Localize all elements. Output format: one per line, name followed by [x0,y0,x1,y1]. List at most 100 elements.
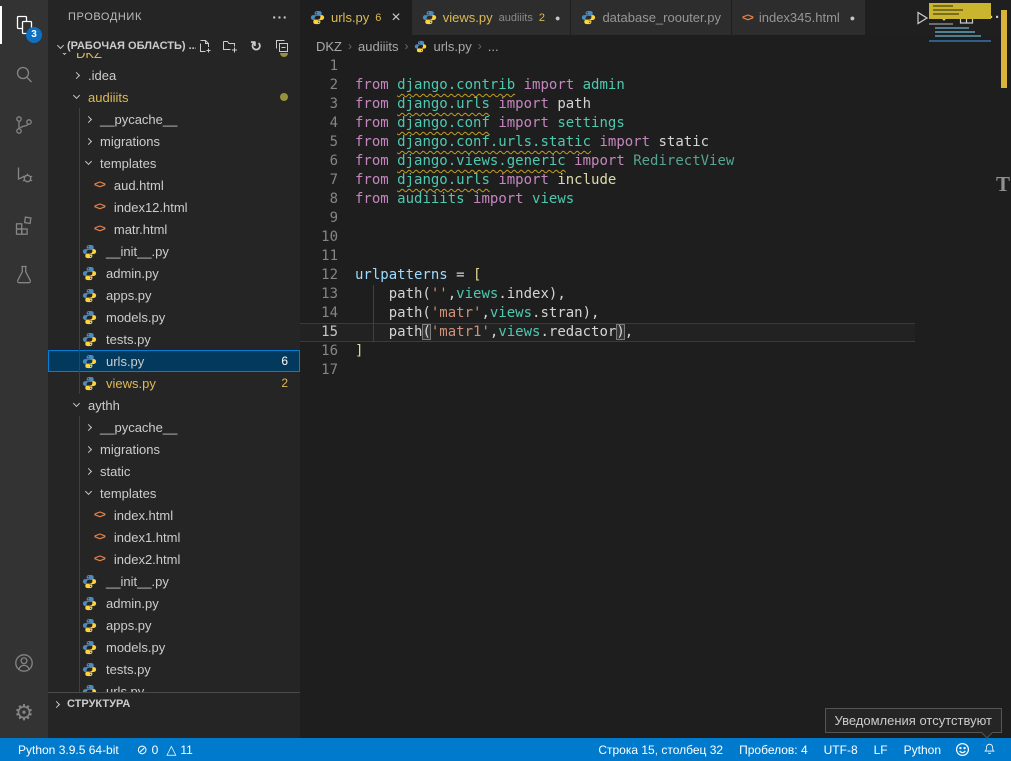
tree-item-audiiits[interactable]: audiiits [48,86,300,108]
indent-guide [79,196,80,218]
tree-item-label: tests.py [106,332,151,347]
breadcrumb-separator: › [404,39,408,53]
tree-item-__init__.py[interactable]: __init__.py [48,570,300,592]
search-icon[interactable] [0,50,48,100]
new-folder-icon[interactable] [222,38,238,54]
bell-icon[interactable] [976,742,1003,757]
tree-item-aud.html[interactable]: <>aud.html [48,174,300,196]
tree-item-apps.py[interactable]: apps.py [48,284,300,306]
chevron-down-icon [73,92,80,99]
tree-item-tests.py[interactable]: tests.py [48,658,300,680]
breadcrumb-segment[interactable]: ... [488,39,499,54]
status-python-interpreter[interactable]: Python 3.9.5 64-bit [10,743,127,757]
breadcrumb[interactable]: DKZ›audiiits›urls.py›... [300,35,1011,57]
dirty-dot-icon[interactable]: ● [850,13,855,23]
outline-section-header[interactable]: СТРУКТУРА [48,692,300,715]
refresh-icon[interactable]: ↻ [248,38,264,54]
tree-item-label: static [100,464,130,479]
tree-item-apps.py[interactable]: apps.py [48,614,300,636]
breadcrumb-segment[interactable]: urls.py [433,39,471,54]
tree-item-.idea[interactable]: .idea [48,64,300,86]
tree-item-templates[interactable]: templates [48,152,300,174]
indent-guide [79,482,80,504]
tree-item-matr.html[interactable]: <>matr.html [48,218,300,240]
python-file-icon [82,244,97,259]
line-number: 10 [300,228,355,247]
feedback-icon[interactable] [949,742,976,757]
source-control-icon[interactable] [0,100,48,150]
tree-item-models.py[interactable]: models.py [48,636,300,658]
tree-item-index.html[interactable]: <> index.html [48,504,300,526]
tree-item-tests.py[interactable]: tests.py [48,328,300,350]
tree-item-DKZ[interactable]: DKZ [48,53,300,64]
tree-item-aythh[interactable]: aythh [48,394,300,416]
tree-item-static[interactable]: static [48,460,300,482]
settings-icon[interactable]: ⚙ [0,688,48,738]
tree-item-migrations[interactable]: migrations [48,438,300,460]
breadcrumb-separator: › [348,39,352,53]
tree-item-migrations[interactable]: migrations [48,130,300,152]
code-line-3: 3from django.urls import path [300,95,915,114]
code-line-17: 17 [300,361,915,380]
run-and-debug-icon[interactable] [0,150,48,200]
tree-item-__pycache__[interactable]: __pycache__ [48,416,300,438]
html-file-icon: <> [94,509,105,521]
status-indentation[interactable]: Пробелов: 4 [731,743,816,757]
line-number: 2 [300,76,355,95]
tree-item-templates[interactable]: templates [48,482,300,504]
dirty-dot-icon[interactable]: ● [555,13,560,23]
tree-item-views.py[interactable]: views.py2 [48,372,300,394]
tab-database_roouter.py[interactable]: database_roouter.py [571,0,732,35]
file-tree: DKZ.ideaaudiiits__pycache__migrationstem… [48,53,300,692]
close-icon[interactable]: × [391,10,400,26]
tree-item-admin.py[interactable]: admin.py [48,592,300,614]
code-editor[interactable]: 12from django.contrib import admin3from … [300,57,1011,738]
tab-problems-badge: 2 [539,12,545,24]
collapse-all-icon[interactable] [274,38,290,54]
indent-guide [79,416,80,438]
chevron-down-icon [85,158,92,165]
tree-item-label: index.html [114,508,173,523]
status-encoding[interactable]: UTF-8 [816,743,866,757]
status-cursor-position[interactable]: Строка 15, столбец 32 [590,743,731,757]
tree-item-urls.py[interactable]: urls.py [48,680,300,692]
status-eol[interactable]: LF [866,743,896,757]
tree-item-index1.html[interactable]: <>index1.html [48,526,300,548]
explorer-icon[interactable]: 3 [0,0,48,50]
chevron-right-icon [73,71,80,78]
line-number: 4 [300,114,355,133]
code-line-5: 5from django.conf.urls.static import sta… [300,133,915,152]
status-problems[interactable]: ⊘0△11 [129,742,201,758]
indent-guide [79,328,80,350]
tree-item-index12.html[interactable]: <>index12.html [48,196,300,218]
indent-guide [79,438,80,460]
indent-guide [79,570,80,592]
tree-item-admin.py[interactable]: admin.py [48,262,300,284]
tree-item-label: migrations [100,442,160,457]
python-file-icon [82,376,97,391]
extensions-icon[interactable] [0,200,48,250]
breadcrumb-segment[interactable]: audiiits [358,39,398,54]
tab-views.py[interactable]: views.pyaudiiits2● [412,0,572,35]
tree-item-__pycache__[interactable]: __pycache__ [48,108,300,130]
sidebar-more-actions-icon[interactable]: ··· [272,0,288,35]
status-language-mode[interactable]: Python [896,743,949,757]
overview-ruler: T [997,0,1011,738]
tree-item-label: matr.html [114,222,167,237]
breadcrumb-segment[interactable]: DKZ [316,39,342,54]
account-icon[interactable] [0,638,48,688]
python-file-icon [82,310,97,325]
tree-item-urls.py[interactable]: urls.py6 [48,350,300,372]
indent-guide [79,460,80,482]
new-file-icon[interactable] [196,38,212,54]
tab-urls.py[interactable]: urls.py6× [300,0,412,35]
tree-item-models.py[interactable]: models.py [48,306,300,328]
tree-item-index2.html[interactable]: <>index2.html [48,548,300,570]
tree-item-__init__.py[interactable]: __init__.py [48,240,300,262]
line-number: 7 [300,171,355,190]
chevron-right-icon [85,445,92,452]
line-number: 6 [300,152,355,171]
tab-index345.html[interactable]: <>index345.html● [732,0,866,35]
warnings-icon: △ [166,742,176,758]
testing-icon[interactable] [0,250,48,300]
